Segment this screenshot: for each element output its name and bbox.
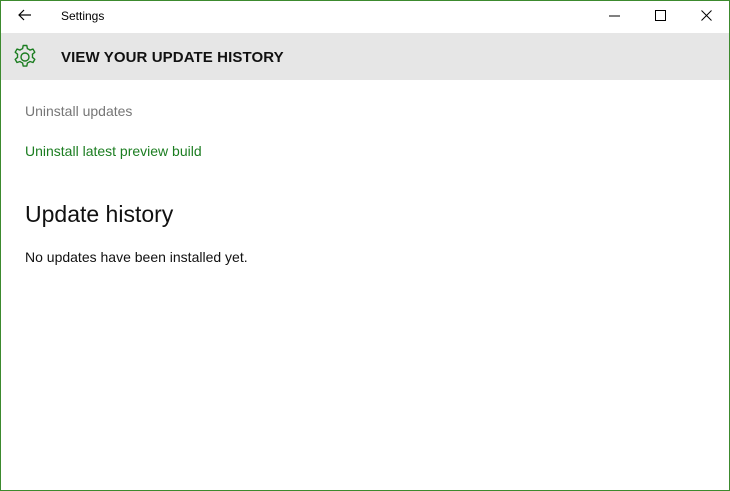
minimize-icon	[608, 8, 620, 26]
minimize-button[interactable]	[591, 1, 637, 32]
page-header: VIEW YOUR UPDATE HISTORY	[1, 33, 729, 80]
uninstall-preview-build-link[interactable]: Uninstall latest preview build	[25, 143, 202, 159]
title-bar: Settings	[1, 1, 729, 33]
back-arrow-icon	[18, 8, 32, 26]
page-title: VIEW YOUR UPDATE HISTORY	[61, 49, 284, 66]
close-icon	[700, 8, 712, 26]
gear-icon	[12, 44, 38, 70]
window-title: Settings	[61, 9, 105, 23]
settings-window: Settings VIEW YOUR UPDATE HISTORY Uninst…	[0, 0, 730, 491]
main-content: Uninstall updates Uninstall latest previ…	[25, 80, 729, 490]
maximize-icon	[654, 8, 666, 26]
close-button[interactable]	[683, 1, 729, 32]
uninstall-updates-link: Uninstall updates	[25, 103, 133, 119]
update-history-heading: Update history	[25, 201, 174, 227]
empty-history-message: No updates have been installed yet.	[25, 249, 248, 265]
back-button[interactable]	[10, 5, 40, 29]
maximize-button[interactable]	[637, 1, 683, 32]
